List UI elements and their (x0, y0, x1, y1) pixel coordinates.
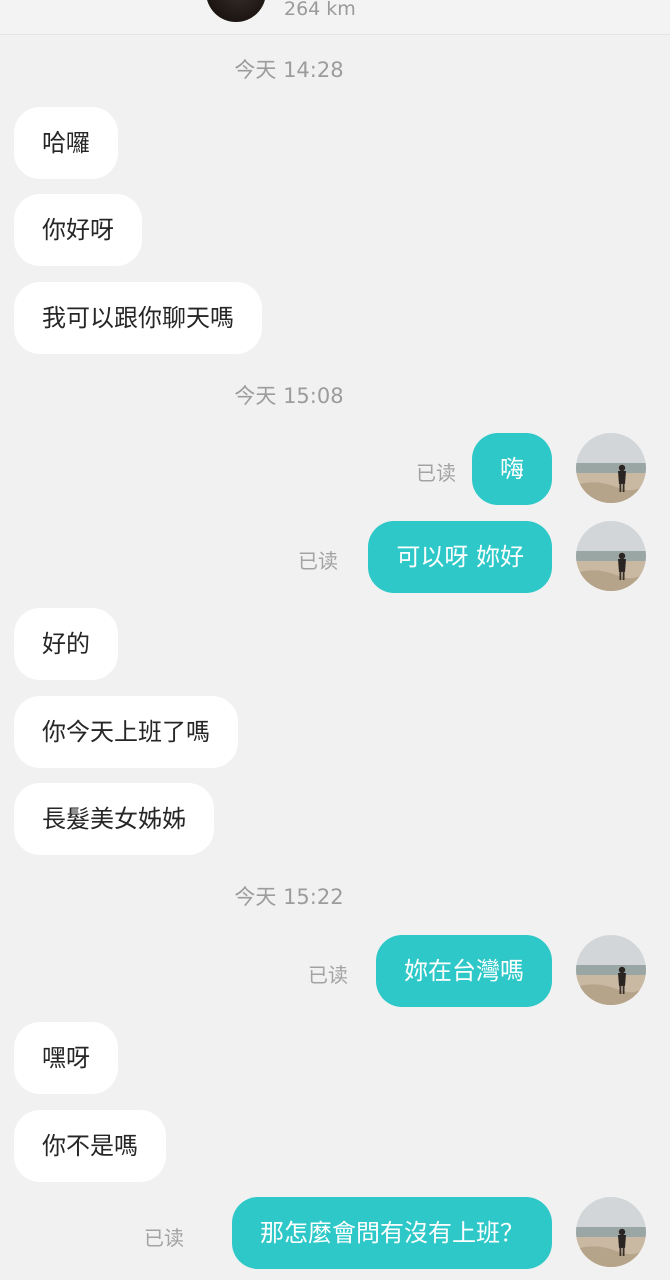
beach-photo-avatar-icon[interactable] (576, 433, 646, 503)
read-status: 已读 (298, 549, 338, 573)
beach-photo-avatar-icon[interactable] (576, 1197, 646, 1267)
beach-photo-avatar-icon[interactable] (576, 521, 646, 591)
timestamp: 今天 15:22 (234, 885, 344, 909)
chat-header: 264 km (0, 0, 670, 35)
contact-avatar-icon[interactable] (206, 0, 266, 22)
timestamp: 今天 15:08 (234, 384, 344, 408)
incoming-message[interactable]: 嘿呀 (14, 1022, 118, 1094)
outgoing-message[interactable]: 可以呀 妳好 (368, 521, 552, 593)
beach-photo-avatar-icon[interactable] (576, 935, 646, 1005)
incoming-message[interactable]: 哈囉 (14, 107, 118, 179)
incoming-message[interactable]: 長髮美女姊姊 (14, 783, 214, 855)
read-status: 已读 (144, 1226, 184, 1250)
read-status: 已读 (416, 461, 456, 485)
incoming-message[interactable]: 你今天上班了嗎 (14, 696, 238, 768)
timestamp: 今天 14:28 (234, 58, 344, 82)
outgoing-message[interactable]: 妳在台灣嗎 (376, 935, 552, 1007)
incoming-message[interactable]: 你不是嗎 (14, 1110, 166, 1182)
contact-distance: 264 km (284, 0, 356, 20)
read-status: 已读 (308, 963, 348, 987)
incoming-message[interactable]: 好的 (14, 608, 118, 680)
outgoing-message[interactable]: 嗨 (472, 433, 552, 505)
incoming-message[interactable]: 我可以跟你聊天嗎 (14, 282, 262, 354)
incoming-message[interactable]: 你好呀 (14, 194, 142, 266)
outgoing-message[interactable]: 那怎麼會問有沒有上班？ (232, 1197, 552, 1269)
